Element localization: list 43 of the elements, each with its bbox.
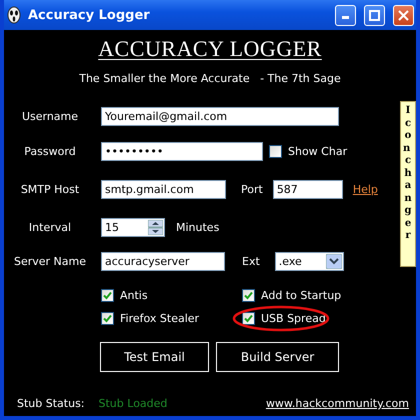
interval-spinner[interactable]: 15: [101, 218, 165, 237]
field-label: Username: [20, 110, 80, 123]
mask-icon: [6, 6, 22, 24]
status-value: Stub Loaded: [98, 397, 168, 410]
action-button[interactable]: Test Email: [100, 342, 209, 372]
field-label: Password: [23, 145, 77, 158]
maximize-button[interactable]: [364, 4, 385, 26]
checkbox-label: Antis: [120, 289, 148, 302]
field-label: Interval: [28, 221, 72, 234]
side-tab[interactable]: Icon changer: [400, 101, 416, 267]
app-title: ACCURACY LOGGER: [98, 36, 322, 62]
minimize-button[interactable]: [335, 4, 356, 26]
close-icon: [398, 10, 409, 20]
spinner-arrows-icon[interactable]: [148, 220, 163, 235]
checkbox[interactable]: [242, 289, 255, 302]
website-link[interactable]: www.hackcommunity.com: [266, 397, 409, 410]
checkbox-label: Show Char: [288, 145, 348, 158]
dropdown-arrow-icon[interactable]: [326, 254, 342, 269]
action-button[interactable]: Build Server: [216, 342, 339, 372]
subtitle: The Smaller the More Accurate - The 7th Sage: [79, 72, 341, 85]
port-field[interactable]: 587: [272, 180, 343, 199]
checkbox[interactable]: [101, 289, 114, 302]
help-link[interactable]: Help: [352, 183, 378, 196]
checkbox-label: Add to Startup: [261, 289, 342, 302]
password-field[interactable]: •••••••••: [101, 142, 263, 161]
checkbox-label: USB Spread: [261, 312, 326, 325]
unit-label: Minutes: [176, 221, 220, 234]
extension-dropdown[interactable]: .exe: [274, 252, 344, 271]
field-label: Ext: [242, 255, 260, 268]
close-button[interactable]: [393, 4, 414, 26]
username-field[interactable]: Youremail@gmail.com: [101, 107, 339, 126]
maximize-icon: [369, 10, 380, 20]
window-title: Accuracy Logger: [28, 8, 151, 22]
field-label: SMTP Host: [20, 183, 80, 196]
checkbox[interactable]: [269, 145, 282, 158]
checkbox[interactable]: [101, 312, 114, 325]
smtp-host-field[interactable]: smtp.gmail.com: [101, 180, 226, 199]
field-label: Port: [241, 183, 263, 196]
checkbox[interactable]: [242, 312, 255, 325]
status-label: Stub Status:: [17, 397, 85, 410]
checkbox-label: Firefox Stealer: [120, 312, 200, 325]
field-label: Server Name: [12, 255, 88, 268]
server-name-field[interactable]: accuracyserver: [101, 252, 225, 271]
